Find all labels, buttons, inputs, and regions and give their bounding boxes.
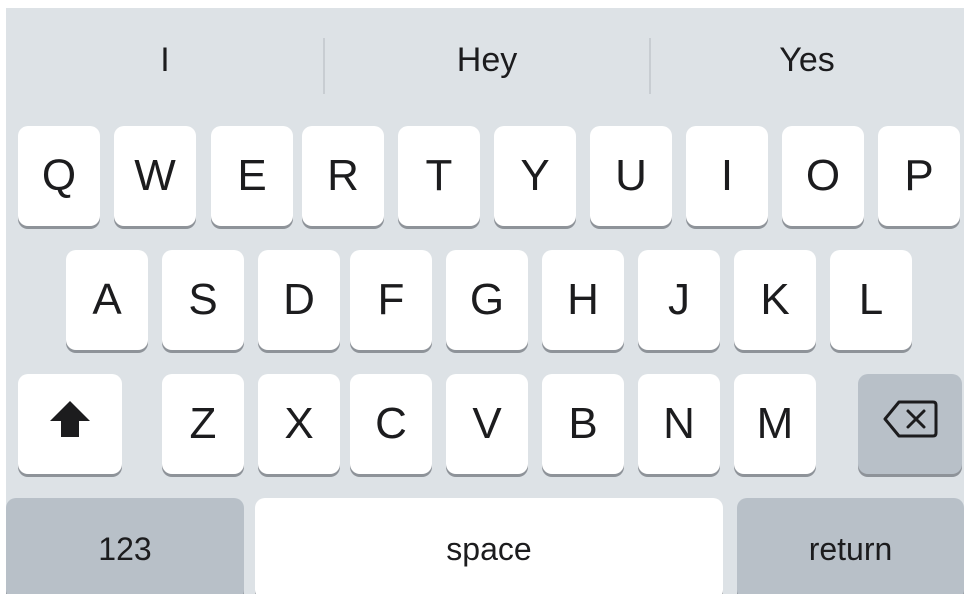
key-g[interactable]: G (446, 250, 528, 350)
key-t[interactable]: T (398, 126, 480, 226)
shift-arrow-up-icon (48, 399, 92, 450)
key-n[interactable]: N (638, 374, 720, 474)
key-p[interactable]: P (878, 126, 960, 226)
key-u[interactable]: U (590, 126, 672, 226)
space-key[interactable]: space (255, 498, 723, 594)
key-w[interactable]: W (114, 126, 196, 226)
key-v[interactable]: V (446, 374, 528, 474)
shift-key[interactable] (18, 374, 122, 474)
key-r[interactable]: R (302, 126, 384, 226)
key-o[interactable]: O (782, 126, 864, 226)
numbers-key[interactable]: 123 (6, 498, 244, 594)
key-d[interactable]: D (258, 250, 340, 350)
return-key[interactable]: return (737, 498, 964, 594)
key-c[interactable]: C (350, 374, 432, 474)
key-s[interactable]: S (162, 250, 244, 350)
suggestion-hey[interactable]: Hey (324, 8, 650, 118)
key-l[interactable]: L (830, 250, 912, 350)
suggestion-yes[interactable]: Yes (650, 8, 964, 118)
delete-key[interactable] (858, 374, 962, 474)
key-i[interactable]: I (686, 126, 768, 226)
key-q[interactable]: Q (18, 126, 100, 226)
backspace-delete-icon (882, 399, 938, 450)
key-j[interactable]: J (638, 250, 720, 350)
predictive-text-bar: I Hey Yes (6, 8, 964, 118)
key-h[interactable]: H (542, 250, 624, 350)
key-a[interactable]: A (66, 250, 148, 350)
key-x[interactable]: X (258, 374, 340, 474)
key-e[interactable]: E (211, 126, 293, 226)
key-z[interactable]: Z (162, 374, 244, 474)
ios-keyboard: I Hey Yes Q W E R T Y U I O P A S D F G … (6, 8, 964, 594)
key-m[interactable]: M (734, 374, 816, 474)
key-y[interactable]: Y (494, 126, 576, 226)
key-b[interactable]: B (542, 374, 624, 474)
suggestion-i[interactable]: I (6, 8, 324, 118)
key-k[interactable]: K (734, 250, 816, 350)
key-f[interactable]: F (350, 250, 432, 350)
